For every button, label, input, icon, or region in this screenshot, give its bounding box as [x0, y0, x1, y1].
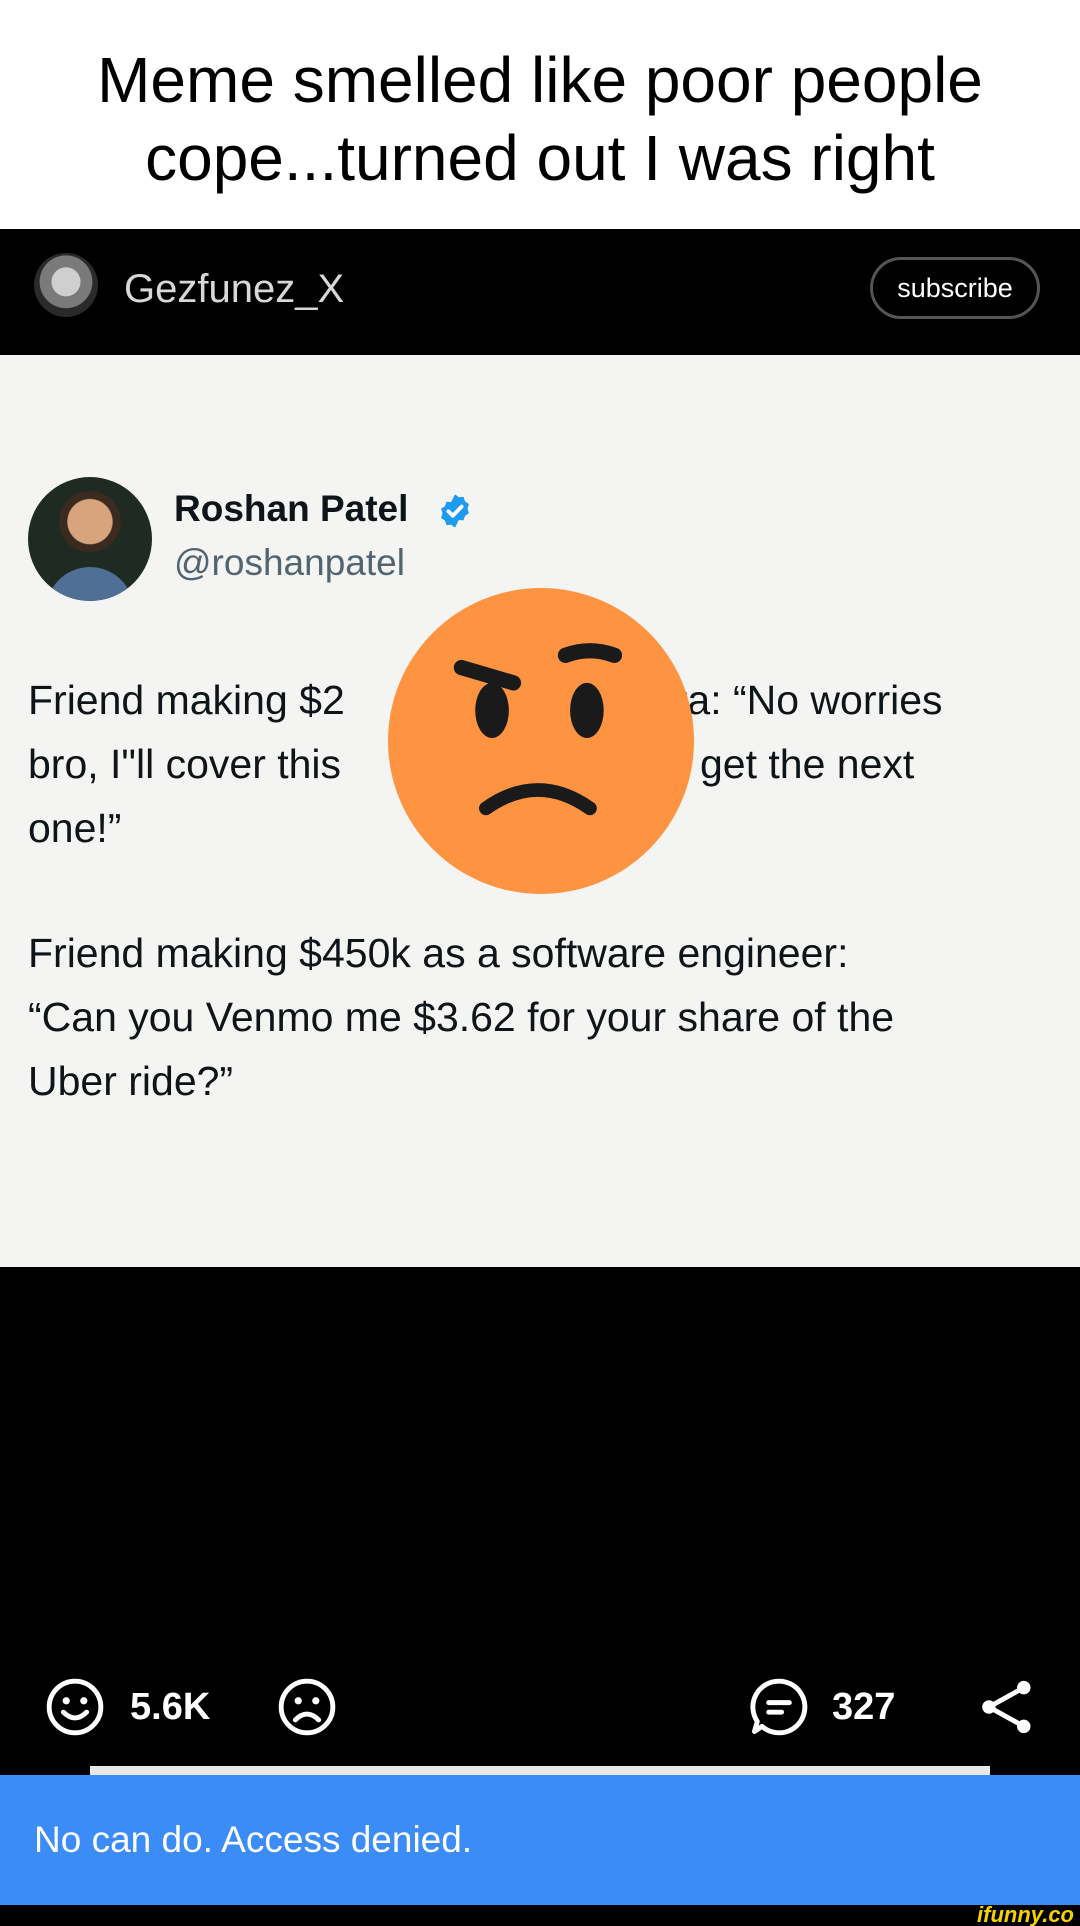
- unsmile-icon[interactable]: [276, 1676, 338, 1738]
- tweet-paragraph-2: Friend making $450k as a software engine…: [28, 921, 1048, 1113]
- share-icon[interactable]: [976, 1676, 1038, 1738]
- caption-line-1: Meme smelled like poor people: [97, 44, 983, 116]
- comment-count: 327: [832, 1686, 896, 1728]
- author-username[interactable]: Gezfunez_X: [124, 265, 344, 313]
- caption-line-2: cope...turned out I was right: [145, 122, 935, 194]
- angry-face-emoji-icon: [388, 588, 694, 894]
- action-bar: 5.6K 327: [0, 1660, 1080, 1750]
- smile-icon[interactable]: [44, 1676, 106, 1738]
- tweet-line: “Can you Venmo me $3.62 for your share o…: [28, 994, 895, 1040]
- verified-badge-icon: [441, 494, 469, 528]
- tweet-text-fragment: get the next: [700, 741, 915, 787]
- tweet-author-name: Roshan Patel: [174, 488, 409, 529]
- tweet-author-avatar: [28, 477, 152, 601]
- tweet-text-fragment: ta: “No worries: [676, 677, 943, 723]
- tweet-author-handle: @roshanpatel: [174, 542, 405, 583]
- ifunny-watermark: ifunny.co: [977, 1902, 1074, 1926]
- tweet-text-fragment: bro, I"ll cover this: [28, 741, 342, 787]
- author-bar: Gezfunez_X subscribe: [0, 229, 1080, 355]
- tweet-text-fragment: Friend making $2: [28, 677, 345, 723]
- smile-count: 5.6K: [130, 1686, 211, 1728]
- post-caption: Meme smelled like poor people cope...tur…: [0, 0, 1080, 229]
- tweet-line: Friend making $450k as a software engine…: [28, 930, 849, 976]
- subscribe-button[interactable]: subscribe: [870, 257, 1040, 319]
- access-denied-toast: No can do. Access denied.: [0, 1775, 1080, 1905]
- author-avatar[interactable]: [34, 253, 98, 317]
- tweet-line: Uber ride?”: [28, 1058, 234, 1104]
- comment-icon[interactable]: [748, 1676, 810, 1738]
